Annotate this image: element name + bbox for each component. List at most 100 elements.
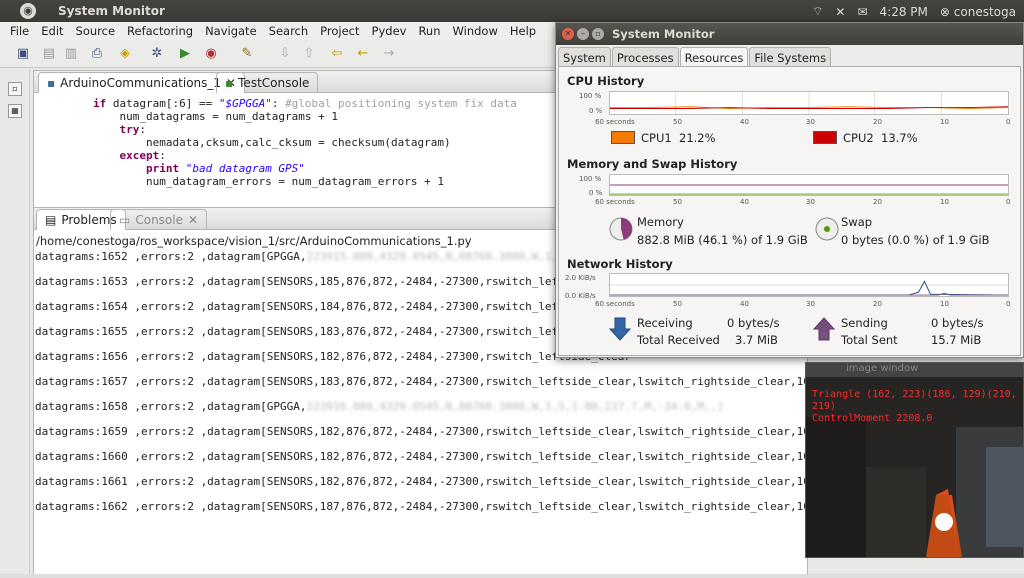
wifi-icon[interactable]: ⌔ [812, 4, 823, 19]
clock[interactable]: 4:28 PM [880, 5, 928, 19]
axis-label: 10 [940, 300, 949, 308]
memory-label: Memory [637, 215, 684, 229]
last-edit-icon[interactable]: ⇦ [328, 45, 346, 62]
menu-project[interactable]: Project [314, 22, 365, 40]
tab-system[interactable]: System [558, 47, 611, 67]
cpu1-color-button[interactable] [611, 131, 635, 144]
total-received-label: Total Received [637, 333, 720, 347]
tab-label: TestConsole [238, 76, 310, 90]
menu-help[interactable]: Help [504, 22, 542, 40]
cpu-history-heading: CPU History [567, 74, 645, 88]
maximize-icon[interactable]: ▫ [592, 28, 604, 40]
axis-label: 0.0 KiB/s [565, 292, 596, 300]
forward-icon[interactable]: → [380, 45, 398, 62]
memory-pie-icon[interactable] [609, 217, 633, 241]
tab-arduinocommunications[interactable]: ▪ ArduinoCommunications_1 ✕ [38, 72, 246, 93]
restore-icon[interactable]: ▫ [8, 82, 22, 96]
next-annotation-icon[interactable]: ⇩ [276, 45, 294, 62]
print-icon[interactable]: ⎙ [88, 45, 106, 62]
axis-label: 20 [873, 198, 882, 206]
console-line: datagrams:1658 ,errors:2 ,datagram[GPGGA… [35, 400, 724, 413]
axis-label: 50 [673, 198, 682, 206]
menu-refactoring[interactable]: Refactoring [121, 22, 199, 40]
save-all-icon[interactable]: ▥ [62, 45, 80, 62]
code-editor: ▪ ArduinoCommunications_1 ✕ ▪ TestConsol… [33, 70, 558, 210]
menu-pydev[interactable]: Pydev [366, 22, 413, 40]
system-monitor-window: ✕ – ▫ System Monitor System Processes Re… [555, 22, 1024, 358]
console-line: datagrams:1661 ,errors:2 ,datagram[SENSO… [35, 475, 807, 488]
axis-label: 60 seconds [595, 198, 635, 206]
tab-console[interactable]: ▭ Console ✕ [110, 209, 208, 230]
code-line: num_datagram_errors = num_datagram_error… [145, 175, 444, 188]
prev-annotation-icon[interactable]: ⇧ [300, 45, 318, 62]
network-graph [609, 273, 1009, 297]
menu-search[interactable]: Search [263, 22, 315, 40]
close-icon[interactable]: ✕ [188, 213, 198, 227]
package-explorer-icon[interactable]: ▦ [8, 104, 22, 118]
receiving-line [610, 280, 1008, 296]
menu-file[interactable]: File [4, 22, 35, 40]
tab-processes[interactable]: Processes [611, 47, 679, 67]
code-line: print "bad datagram GPS" [145, 162, 305, 175]
close-window-icon[interactable]: ✕ [562, 28, 574, 40]
axis-label: 0 [1006, 198, 1011, 206]
cpu2-legend: CPU2 13.7% [843, 131, 918, 145]
menu-navigate[interactable]: Navigate [199, 22, 263, 40]
console-line: datagrams:1662 ,errors:2 ,datagram[SENSO… [35, 500, 807, 513]
tab-file-systems[interactable]: File Systems [749, 47, 832, 67]
total-received-value: 3.7 MiB [735, 333, 778, 347]
console-line: datagrams:1657 ,errors:2 ,datagram[SENSO… [35, 375, 807, 388]
axis-label: 60 seconds [595, 300, 635, 308]
external-tools-icon[interactable]: ◉ [202, 45, 220, 62]
new-icon[interactable]: ▣ [14, 45, 32, 62]
axis-label: 100 % [579, 175, 602, 183]
code-line: num_datagrams = num_datagrams + 1 [119, 110, 339, 123]
run-icon[interactable]: ▶ [176, 45, 194, 62]
axis-label: 20 [873, 300, 882, 308]
tab-testconsole[interactable]: ▪ TestConsole [216, 72, 319, 93]
system-tray: ⌔ ✕ ✉ 4:28 PM ⊗ conestoga [812, 4, 1016, 19]
tab-label: Console [135, 213, 183, 227]
target-marker [935, 513, 953, 531]
back-icon[interactable]: ← [354, 45, 372, 62]
tab-resources[interactable]: Resources [679, 47, 749, 67]
minimize-icon[interactable]: – [577, 28, 589, 40]
menu-window[interactable]: Window [447, 22, 504, 40]
axis-label: 20 [873, 118, 882, 126]
cpu2-color-button[interactable] [813, 131, 837, 144]
debug-icon[interactable]: ✲ [148, 45, 166, 62]
user-menu[interactable]: ⊗ conestoga [940, 5, 1016, 19]
network-history-heading: Network History [567, 257, 673, 271]
triangle-readout: Triangle (162, 223)(186, 129)(210, 219) [812, 389, 1017, 412]
memory-history-heading: Memory and Swap History [567, 157, 738, 171]
axis-label: 100 % [579, 92, 602, 100]
python-file-icon: ▪ [47, 76, 56, 90]
system-monitor-titlebar[interactable]: ✕ – ▫ System Monitor [556, 23, 1023, 45]
save-icon[interactable]: ▤ [40, 45, 58, 62]
code-area[interactable]: if datagram[:6] == "$GPGGA": #global pos… [34, 93, 557, 188]
active-app-title: System Monitor [58, 4, 165, 18]
control-moment-readout: ControlMoment 2208.0 [812, 413, 933, 424]
mute-icon[interactable]: ✕ [835, 5, 845, 19]
menu-run[interactable]: Run [412, 22, 446, 40]
axis-label: 40 [740, 198, 749, 206]
package-icon[interactable]: ◈ [116, 45, 134, 62]
console-line: datagrams:1659 ,errors:2 ,datagram[SENSO… [35, 425, 807, 438]
cpu-graph [609, 91, 1009, 115]
receiving-arrow-icon[interactable] [609, 317, 631, 341]
status-bar [0, 574, 1024, 578]
memory-value: 882.8 MiB (46.1 %) of 1.9 GiB [637, 233, 808, 247]
receiving-value: 0 bytes/s [727, 316, 780, 330]
mail-icon[interactable]: ✉ [857, 5, 867, 19]
sending-arrow-icon[interactable] [813, 317, 835, 341]
sending-value: 0 bytes/s [931, 316, 984, 330]
ubuntu-logo-icon[interactable]: ◉ [20, 3, 36, 19]
axis-label: 30 [806, 198, 815, 206]
axis-label: 2.0 KiB/s [565, 274, 596, 282]
axis-label: 0 [1006, 118, 1011, 126]
image-window-titlebar[interactable]: image window [806, 363, 1023, 377]
pydev-icon[interactable]: ✎ [238, 45, 256, 62]
menu-edit[interactable]: Edit [35, 22, 69, 40]
menu-source[interactable]: Source [70, 22, 122, 40]
swap-pie-icon[interactable] [815, 217, 839, 241]
